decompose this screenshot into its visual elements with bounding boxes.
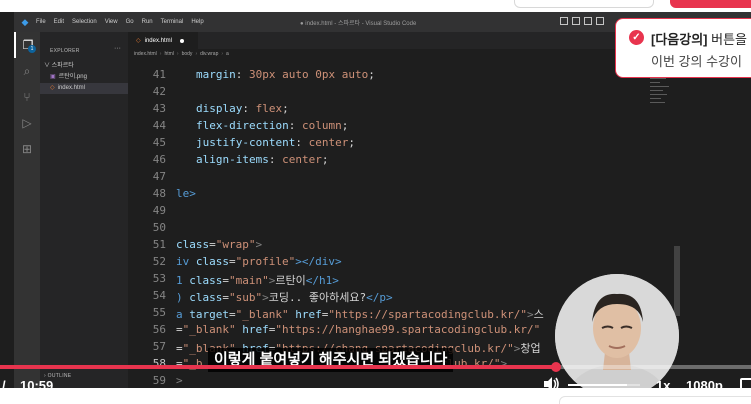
- minimap-line: [650, 98, 661, 99]
- line-number: 42: [152, 85, 166, 98]
- minimap-line: [650, 82, 660, 83]
- line-number: 56: [152, 323, 166, 336]
- code-line-44: flex-direction: column;: [196, 119, 349, 132]
- line-number: 48: [152, 187, 166, 200]
- line-number: 46: [152, 153, 166, 166]
- line-number: 57: [152, 340, 166, 353]
- code-line-52: iv class="profile"></div>: [176, 255, 342, 268]
- explorer-file-name: index.html: [57, 85, 85, 91]
- layout-split-icon: [584, 17, 592, 25]
- extensions-icon: ⊞: [21, 142, 33, 156]
- line-number: 59: [152, 374, 166, 387]
- layout-grid-icon: [596, 17, 604, 25]
- line-number: 53: [152, 272, 166, 285]
- check-circle-icon: ✓: [629, 30, 644, 45]
- vscode-menu: File Edit Selection View Go Run Terminal…: [36, 19, 204, 25]
- explorer-folder: ∨ 스파르타: [44, 63, 74, 69]
- code-line-48: le>: [176, 187, 196, 200]
- playback-speed-button[interactable]: 1x: [656, 378, 670, 388]
- explorer-more-icon: ···: [114, 45, 121, 52]
- layout-sidebar-icon: [560, 17, 568, 25]
- line-number: 43: [152, 102, 166, 115]
- code-line-55: a target="_blank" href="https://spartaco…: [176, 308, 544, 321]
- menu-help: Help: [191, 19, 204, 25]
- run-debug-icon: ▷: [22, 116, 32, 130]
- explorer-title: EXPLORER: [50, 48, 80, 54]
- vscode-logo-icon: ◆: [21, 17, 29, 27]
- video-quality-button[interactable]: 1080p: [686, 378, 723, 388]
- menu-run: Run: [141, 19, 153, 25]
- video-duration: 10:59: [20, 378, 54, 388]
- minimap-line: [650, 90, 663, 91]
- editor-tab-label: index.html: [144, 37, 172, 44]
- instructor-face-image: [555, 274, 679, 388]
- menu-view: View: [104, 19, 118, 25]
- video-progress-handle[interactable]: [550, 362, 561, 372]
- code-line-41: margin: 30px auto 0px auto;: [196, 68, 375, 81]
- code-line-59: >: [176, 374, 183, 387]
- vscode-activity-bar: ❐ 1 ⌕ ⑂ ▷ ⊞: [14, 32, 40, 388]
- source-control-icon: ⑂: [23, 90, 31, 104]
- volume-slider[interactable]: [568, 384, 640, 386]
- explorer-files-icon: ❐: [14, 32, 40, 58]
- menu-edit: Edit: [53, 19, 65, 25]
- lecture-page: ◆ File Edit Selection View Go Run Termin…: [0, 0, 751, 404]
- minimap-line: [650, 86, 669, 87]
- code-line-51: class="wrap">: [176, 238, 263, 251]
- time-separator: /: [2, 378, 6, 388]
- code-line-53: 1 class="main">르탄이</h1>: [176, 274, 339, 287]
- explorer-file-name: 르탄이.png: [58, 74, 87, 80]
- minimap-line: [650, 78, 666, 79]
- code-line-45: justify-content: center;: [196, 136, 355, 149]
- top-outline-button[interactable]: [514, 0, 654, 8]
- editor-scrollbar-thumb[interactable]: [674, 246, 680, 316]
- explorer-file-item-selected: ◇ index.html: [40, 83, 128, 94]
- editor-tab-index-html: ◇ index.html: [128, 32, 198, 49]
- line-number: 47: [152, 170, 166, 183]
- line-number: 49: [152, 204, 166, 217]
- toast-title: [다음강의] 버튼을: [651, 32, 747, 47]
- vscode-explorer: EXPLORER ··· ∨ 스파르타 ▣ 르탄이.png ◇ index.ht…: [40, 32, 128, 388]
- code-line-56: ="_blank" href="https://hanghae99.sparta…: [176, 323, 541, 336]
- video-progress-fill: [0, 365, 556, 369]
- line-number: 45: [152, 136, 166, 149]
- unsaved-count-badge: 1: [28, 45, 36, 53]
- line-number: 52: [152, 255, 166, 268]
- instructor-webcam: [555, 274, 679, 388]
- volume-slider-fill: [568, 384, 628, 386]
- line-number: 55: [152, 306, 166, 319]
- minimap-line: [650, 94, 667, 95]
- minimap-line: [650, 102, 665, 103]
- vscode-window-title: ● index.html - 스파르타 - Visual Studio Code: [300, 21, 417, 27]
- explorer-file-item: ▣ 르탄이.png: [40, 72, 128, 83]
- html-file-icon: ◇: [136, 38, 141, 44]
- next-lecture-toast: ✓ [다음강의] 버튼을 이번 강의 수강이: [615, 18, 751, 78]
- line-number: 54: [152, 289, 166, 302]
- bottom-card: [559, 396, 751, 404]
- line-number: 50: [152, 221, 166, 234]
- unsaved-dot-icon: [179, 38, 184, 43]
- volume-icon[interactable]: [542, 375, 560, 388]
- subtitles-icon[interactable]: [740, 378, 751, 388]
- layout-panel-icon: [572, 17, 580, 25]
- menu-go: Go: [125, 19, 134, 25]
- toast-message: 이번 강의 수강이: [651, 54, 742, 69]
- code-line-46: align-items: center;: [196, 153, 329, 166]
- line-number: 41: [152, 68, 166, 81]
- menu-file: File: [36, 19, 46, 25]
- code-line-43: display: flex;: [196, 102, 289, 115]
- menu-selection: Selection: [72, 19, 97, 25]
- image-file-icon: ▣: [50, 74, 56, 80]
- menu-terminal: Terminal: [160, 19, 184, 25]
- layout-icons: [560, 17, 604, 25]
- line-number: 44: [152, 119, 166, 132]
- html-file-icon: ◇: [50, 85, 55, 91]
- code-line-54: ) class="sub">코딩.. 좋아하세요?</p>: [176, 291, 393, 304]
- video-progress-bar[interactable]: [0, 362, 751, 372]
- search-icon: ⌕: [23, 63, 31, 78]
- top-accent-button[interactable]: [670, 0, 751, 8]
- line-number: 51: [152, 238, 166, 251]
